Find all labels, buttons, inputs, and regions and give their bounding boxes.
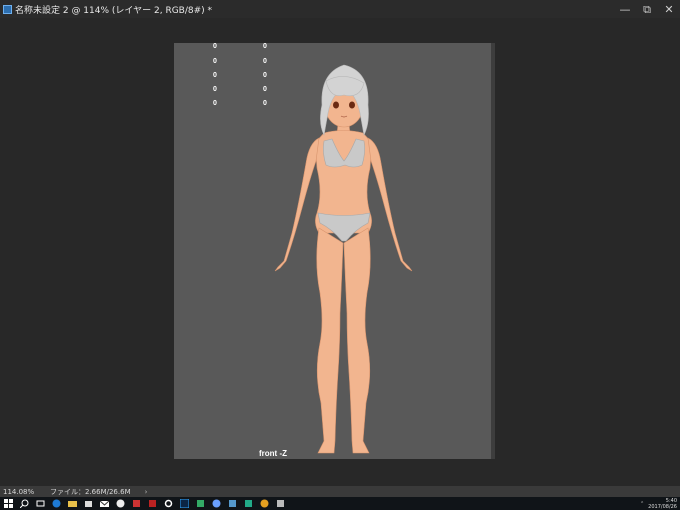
restore-button[interactable]: ⧉ — [636, 0, 658, 18]
search-icon[interactable] — [19, 498, 30, 509]
status-bar: 114.08% ファイル：2.66M/26.6M › — [0, 486, 680, 497]
system-tray: ⌃ 5:40 2017/08/26 — [640, 497, 677, 510]
window-controls: — ⧉ ✕ — [614, 0, 680, 18]
zoom-level[interactable]: 114.08% — [3, 488, 43, 496]
windows-start-icon[interactable] — [3, 498, 14, 509]
app-icon-5[interactable] — [211, 498, 222, 509]
app-icon-4[interactable] — [195, 498, 206, 509]
app-icon-8[interactable] — [259, 498, 270, 509]
task-view-icon[interactable] — [35, 498, 46, 509]
clock[interactable]: 5:40 2017/08/26 — [648, 498, 677, 510]
document-title: 名称未設定 2 @ 114% (レイヤー 2, RGB/8#) * — [15, 5, 213, 16]
settings-icon[interactable] — [163, 498, 174, 509]
app-icon-9[interactable] — [275, 498, 286, 509]
title-bar: 名称未設定 2 @ 114% (レイヤー 2, RGB/8#) * — ⧉ ✕ — [0, 0, 680, 18]
photoshop-icon[interactable] — [179, 498, 190, 509]
photoshop-document-icon — [3, 4, 12, 14]
status-menu-arrow[interactable]: › — [145, 488, 148, 496]
app-icon-2[interactable] — [131, 498, 142, 509]
view-label: front -Z — [259, 449, 287, 458]
canvas-shadow — [491, 43, 495, 459]
file-size-info: ファイル：2.66M/26.6M — [50, 487, 131, 496]
app-icon-7[interactable] — [243, 498, 254, 509]
close-button[interactable]: ✕ — [658, 0, 680, 18]
taskbar — [0, 497, 680, 510]
store-icon[interactable] — [83, 498, 94, 509]
edge-icon[interactable] — [51, 498, 62, 509]
mail-icon[interactable] — [99, 498, 110, 509]
clock-date: 2017/08/26 — [648, 503, 677, 510]
app-icon-1[interactable] — [115, 498, 126, 509]
character-body — [274, 78, 413, 454]
app-icon-3[interactable] — [147, 498, 158, 509]
tray-chevron-icon[interactable]: ⌃ — [640, 501, 644, 507]
explorer-icon[interactable] — [67, 498, 78, 509]
minimize-button[interactable]: — — [614, 0, 636, 18]
character-model — [274, 64, 413, 454]
app-icon-6[interactable] — [227, 498, 238, 509]
